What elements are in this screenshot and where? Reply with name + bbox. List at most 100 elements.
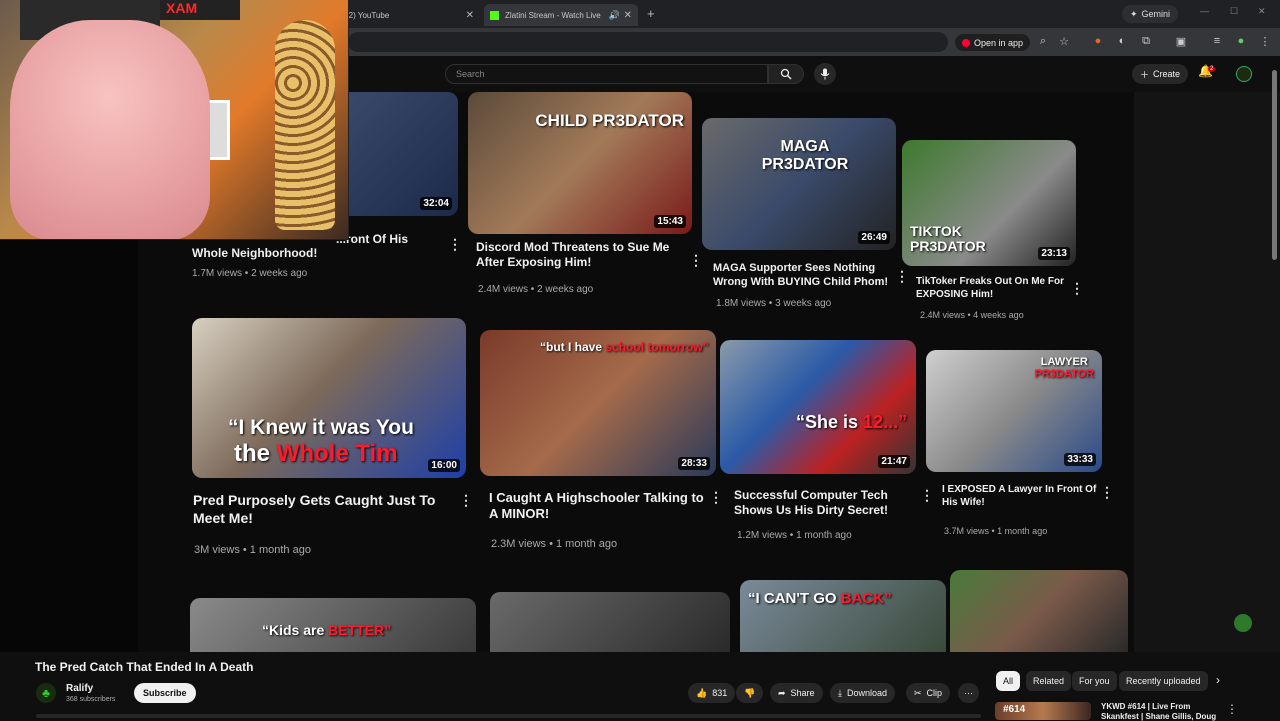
- account-avatar[interactable]: [1236, 66, 1252, 82]
- more-options-icon[interactable]: ⋮: [1070, 280, 1084, 297]
- sidepanel-icon[interactable]: ▣: [1174, 35, 1188, 48]
- download-button[interactable]: ⤓ Download: [830, 683, 896, 703]
- poster-text: XAM: [160, 0, 240, 20]
- chip-all[interactable]: All: [996, 671, 1021, 691]
- overlay-word-highlight: 12...”: [863, 412, 908, 432]
- video-thumbnail[interactable]: “I Knew it was You the Whole Tim 16:00: [192, 318, 466, 478]
- video-title[interactable]: TikToker Freaks Out On Me For EXPOSING H…: [916, 276, 1076, 301]
- thumbnail-overlay-text: #614: [1003, 704, 1026, 715]
- floating-channel-icon[interactable]: [1234, 614, 1252, 632]
- plus-icon: ＋: [1140, 69, 1150, 80]
- video-thumbnail[interactable]: MAGA PR3DATOR 26:49: [702, 118, 896, 250]
- voice-search-button[interactable]: [814, 63, 836, 85]
- new-tab-button[interactable]: +: [647, 6, 655, 21]
- video-title[interactable]: Pred Purposely Gets Caught Just To Meet …: [193, 492, 453, 527]
- profile-avatar-icon[interactable]: ●: [1234, 35, 1248, 47]
- chip-related[interactable]: Related: [1026, 671, 1072, 691]
- giraffe-plush: [275, 20, 335, 230]
- video-title[interactable]: ...ront Of His: [336, 232, 446, 247]
- video-thumbnail[interactable]: “Kids are BETTER”: [190, 598, 476, 652]
- duration-badge: 32:04: [420, 197, 452, 210]
- subscribe-button[interactable]: Subscribe: [134, 683, 196, 703]
- chevron-right-icon[interactable]: ›: [1216, 673, 1220, 687]
- video-meta: 1.8M views • 3 weeks ago: [716, 298, 832, 309]
- thumbs-down-icon: 👎: [744, 687, 756, 698]
- like-button[interactable]: 👍 831: [688, 683, 736, 703]
- chip-for-you[interactable]: For you: [1072, 671, 1117, 691]
- overlay-word-highlight: Whole Tim: [276, 440, 398, 467]
- browser-menu-icon[interactable]: ⋮: [1258, 35, 1272, 48]
- share-button[interactable]: ➦ Share: [770, 683, 823, 703]
- media-controls-icon[interactable]: ≡: [1210, 35, 1224, 47]
- more-options-icon[interactable]: ⋮: [1226, 702, 1238, 716]
- close-tab-icon[interactable]: ✕: [624, 10, 632, 21]
- thumbnail-overlay-text: “Kids are BETTER”: [262, 622, 391, 638]
- tab-youtube[interactable]: (2) YouTube ✕: [340, 4, 480, 26]
- clip-button[interactable]: ✂ Clip: [906, 683, 951, 703]
- recommended-video-title[interactable]: YKWD #614 | Live From Skankfest | Shane …: [1101, 702, 1221, 721]
- video-title[interactable]: Discord Mod Threatens to Sue Me After Ex…: [476, 240, 686, 270]
- search-placeholder: Search: [456, 69, 485, 79]
- page-scrollbar[interactable]: [1272, 70, 1277, 260]
- tab-zlatini-stream[interactable]: Zlatini Stream - Watch Live 🔊 ✕: [484, 4, 638, 26]
- video-title[interactable]: Successful Computer Tech Shows Us His Di…: [734, 488, 914, 518]
- search-input[interactable]: Search: [445, 64, 768, 84]
- thumbnail-overlay-text: “but I have school tomorrow”: [540, 340, 709, 354]
- more-horizontal-icon: ⋯: [964, 687, 973, 698]
- channel-avatar[interactable]: ♣: [36, 683, 56, 703]
- video-thumbnail[interactable]: 32:04: [340, 92, 458, 216]
- more-options-icon[interactable]: ⋮: [1100, 484, 1114, 501]
- chip-recently-uploaded[interactable]: Recently uploaded: [1119, 671, 1208, 691]
- overlay-word-highlight: BETTER”: [328, 622, 392, 638]
- puzzle-icon[interactable]: ⧉: [1139, 35, 1153, 48]
- speaker-icon[interactable]: 🔊: [609, 10, 620, 21]
- overlay-word: “but I have: [540, 340, 603, 354]
- duration-badge: 33:33: [1064, 453, 1096, 466]
- video-title[interactable]: Whole Neighborhood!: [192, 246, 432, 261]
- video-title[interactable]: MAGA Supporter Sees Nothing Wrong With B…: [713, 262, 893, 290]
- close-tab-icon[interactable]: ✕: [466, 10, 474, 21]
- search-button[interactable]: [768, 64, 804, 84]
- video-meta: 2.3M views • 1 month ago: [491, 538, 618, 550]
- gemini-label: Gemini: [1141, 9, 1171, 19]
- bookmark-star-icon[interactable]: ☆: [1057, 35, 1071, 48]
- video-thumbnail[interactable]: LAWYER PR3DATOR 33:33: [926, 350, 1102, 472]
- video-thumbnail[interactable]: CHILD PR3DATOR 15:43: [468, 92, 692, 234]
- overlay-word: “She is: [796, 412, 859, 432]
- tab-label: (2) YouTube: [346, 10, 390, 20]
- youtube-icon: [962, 38, 970, 47]
- extension-icon[interactable]: ◐: [1115, 35, 1129, 47]
- video-title[interactable]: I EXPOSED A Lawyer In Front Of His Wife!: [942, 484, 1102, 509]
- clip-label: Clip: [926, 688, 943, 698]
- more-options-icon[interactable]: ⋮: [895, 268, 909, 285]
- recommended-video-thumbnail[interactable]: #614: [995, 702, 1091, 720]
- video-meta: 1.2M views • 1 month ago: [737, 530, 852, 541]
- omnibox[interactable]: [348, 32, 948, 52]
- more-options-icon[interactable]: ⋮: [920, 487, 934, 504]
- video-thumbnail[interactable]: “She is 12...” 21:47: [720, 340, 916, 474]
- video-thumbnail[interactable]: “I CAN'T GO BACK”: [740, 580, 946, 652]
- more-options-icon[interactable]: ⋮: [709, 489, 723, 506]
- gemini-button[interactable]: ✦ Gemini: [1122, 5, 1179, 23]
- current-video-title: The Pred Catch That Ended In A Death: [35, 660, 254, 674]
- maximize-icon[interactable]: ☐: [1230, 6, 1238, 17]
- dislike-button[interactable]: 👎: [736, 683, 764, 703]
- open-in-app-button[interactable]: Open in app: [955, 34, 1031, 51]
- more-actions-button[interactable]: ⋯: [958, 683, 979, 703]
- video-thumbnail[interactable]: “but I have school tomorrow” 28:33: [480, 330, 716, 476]
- more-options-icon[interactable]: ⋮: [689, 252, 703, 269]
- channel-name[interactable]: Ralify: [66, 683, 93, 694]
- webcam-overlay: XAM: [0, 0, 349, 240]
- minimize-icon[interactable]: —: [1200, 6, 1209, 16]
- video-thumbnail[interactable]: [950, 570, 1128, 652]
- close-window-icon[interactable]: ✕: [1258, 6, 1266, 17]
- create-button[interactable]: ＋ Create: [1132, 64, 1189, 84]
- overlay-word: “Kids are: [262, 622, 325, 638]
- more-options-icon[interactable]: ⋮: [448, 236, 462, 253]
- extension-icon[interactable]: ●: [1091, 35, 1105, 47]
- video-title[interactable]: I Caught A Highschooler Talking to A MIN…: [489, 490, 704, 523]
- video-thumbnail[interactable]: [490, 592, 730, 652]
- video-thumbnail[interactable]: TIKTOK PR3DATOR 23:13: [902, 140, 1076, 266]
- more-options-icon[interactable]: ⋮: [459, 492, 473, 509]
- zoom-icon[interactable]: ⌕: [1036, 35, 1050, 48]
